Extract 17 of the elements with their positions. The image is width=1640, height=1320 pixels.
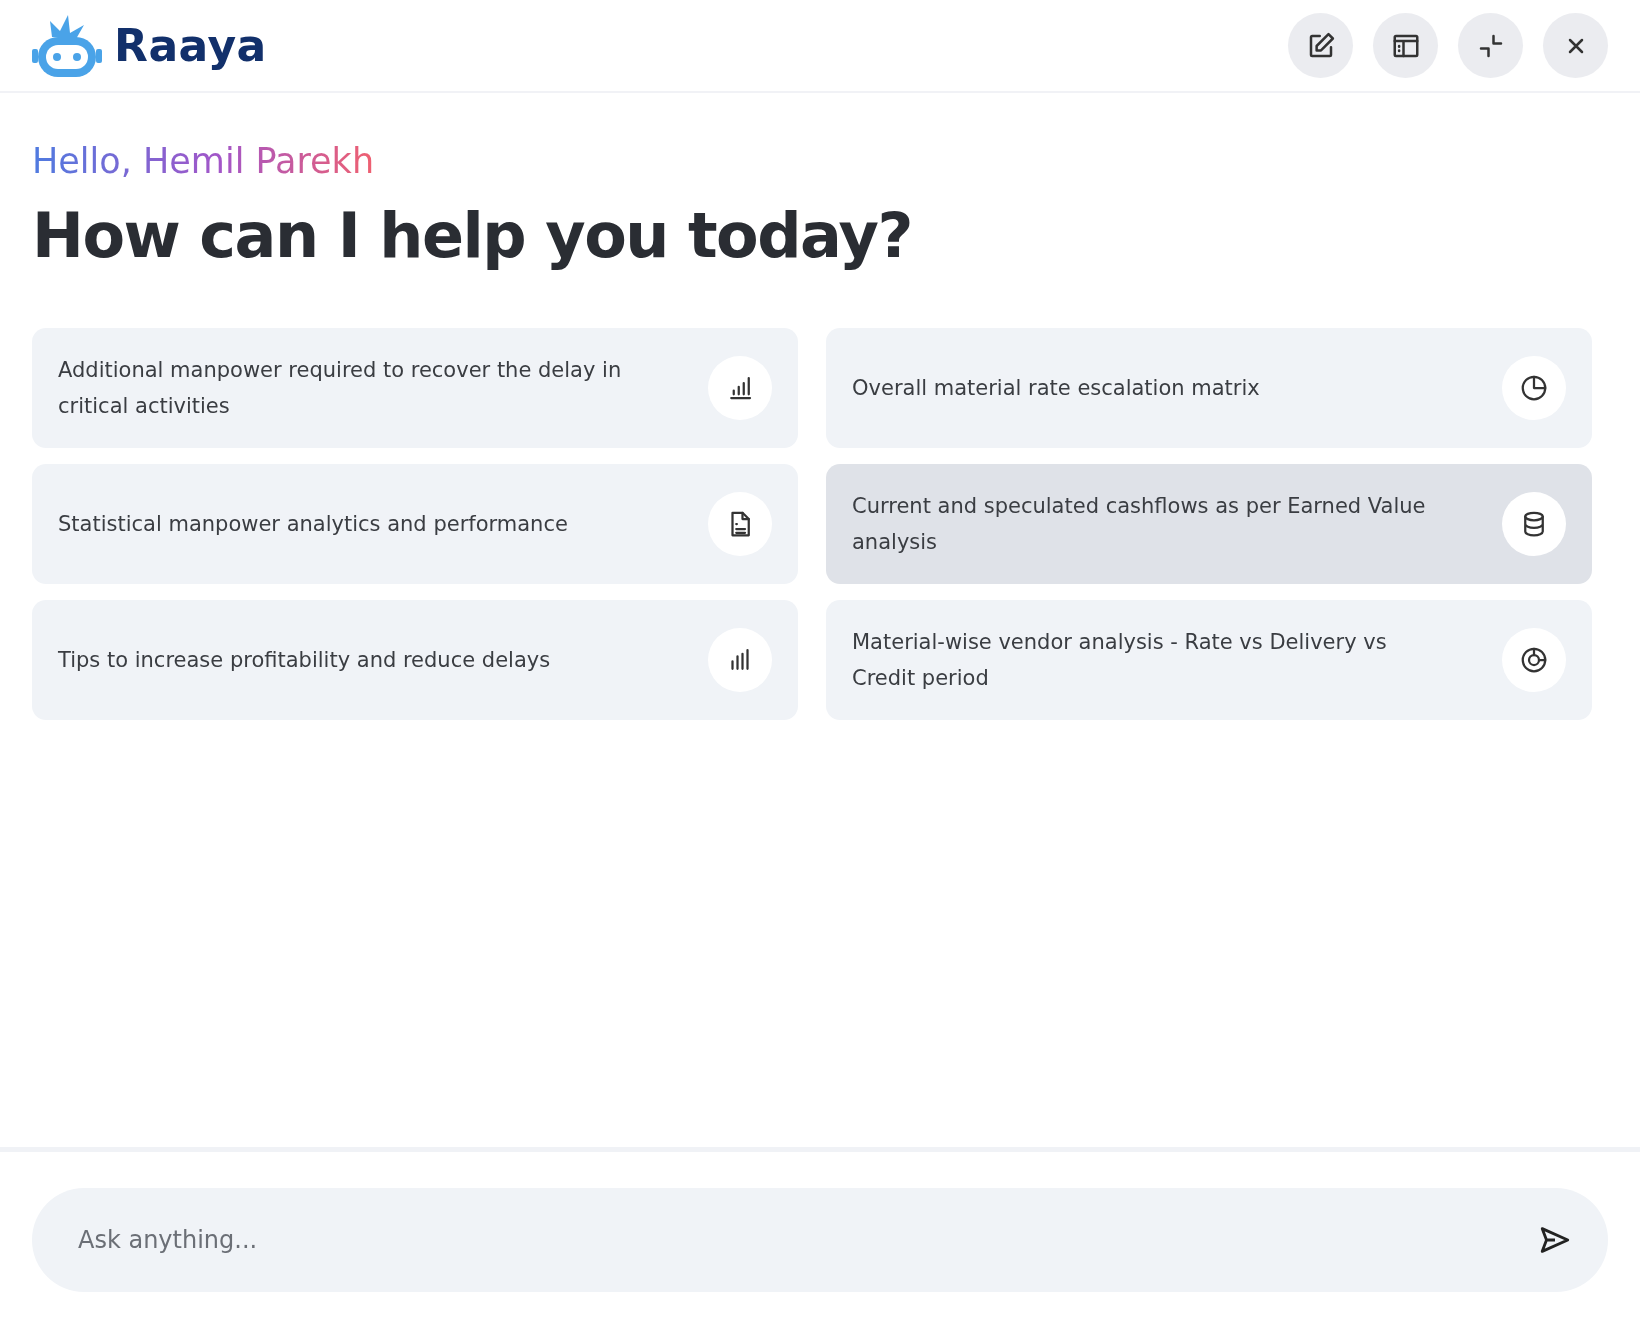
suggestion-text: Material-wise vendor analysis - Rate vs Delivery vs Credit period [852, 629, 1388, 692]
suggestion-text: Tips to increase profitability and reduce delays [58, 647, 551, 674]
suggestion-card[interactable]: Tips to increase profitability and reduce delays [32, 600, 798, 720]
suggestion-text: Overall material rate escalation matrix [852, 375, 1260, 402]
suggestion-text: Statistical manpower analytics and performance [58, 511, 568, 538]
suggestion-card[interactable]: Statistical manpower analytics and performance [32, 464, 798, 584]
page-heading: How can I help you today? [32, 199, 913, 272]
brand-name: Raaya [114, 20, 267, 71]
suggestion-text: Current and speculated cashflows as per Earned Value analysis [852, 493, 1427, 556]
suggestion-card[interactable]: Material-wise vendor analysis - Rate vs Delivery vs Credit period [826, 600, 1592, 720]
pie-chart-icon [1519, 373, 1549, 403]
suggestion-card[interactable]: Overall material rate escalation matrix [826, 328, 1592, 448]
suggestion-card[interactable]: Additional manpower required to recover the delay in critical activities [32, 328, 798, 448]
message-input[interactable]: Ask anything... [32, 1188, 1608, 1292]
suggestion-text: Additional manpower required to recover the delay in critical activities [58, 357, 623, 420]
donut-chart-icon [1519, 645, 1549, 675]
suggestion-card[interactable]: Current and speculated cashflows as per Earned Value analysis [826, 464, 1592, 584]
